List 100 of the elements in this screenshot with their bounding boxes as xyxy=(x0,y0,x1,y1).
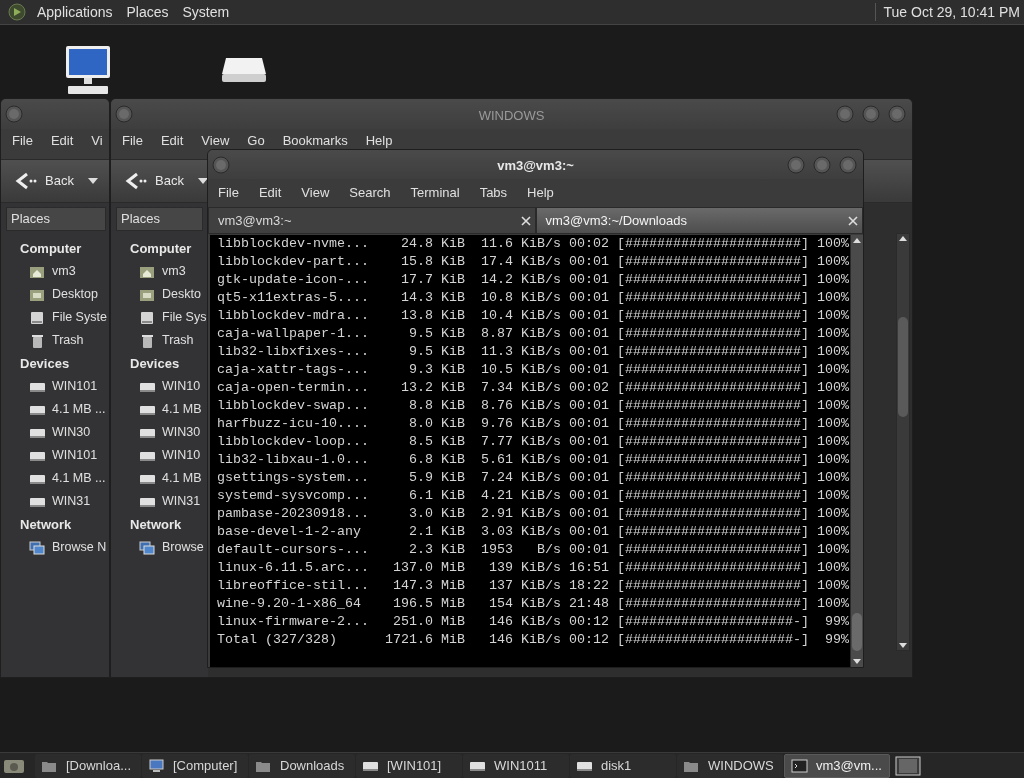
progress-text: [######################] xyxy=(617,578,809,593)
menu-item[interactable]: Search xyxy=(342,183,398,203)
menu-item[interactable]: Edit xyxy=(153,131,191,151)
transfer-rate: 10.8 KiB/s xyxy=(481,290,561,305)
sidebar-item[interactable]: vm3 xyxy=(1,260,109,283)
taskbar-button[interactable]: Downloads xyxy=(249,753,355,778)
panel-menu[interactable]: Places xyxy=(122,1,173,23)
sidebar-item[interactable]: 4.1 MB ... xyxy=(1,398,109,421)
close-icon[interactable] xyxy=(848,215,858,226)
taskbar-button[interactable]: disk1 xyxy=(570,753,676,778)
menu-item[interactable]: View xyxy=(194,131,237,151)
scrollbar-thumb[interactable] xyxy=(898,317,908,417)
elapsed-time: 00:12 xyxy=(569,632,609,647)
places-dropdown[interactable]: Places xyxy=(116,207,203,231)
taskbar-button[interactable]: WINDOWS xyxy=(677,753,783,778)
clock[interactable]: Tue Oct 29, 10:41 PM xyxy=(883,1,1020,23)
file-size: 13.8 KiB xyxy=(401,308,465,323)
transfer-rate: 8.87 KiB/s xyxy=(481,326,561,341)
sidebar-item[interactable]: Desktop xyxy=(1,283,109,306)
percent-text: 99% xyxy=(825,632,849,647)
sidebar-item[interactable]: Browse xyxy=(111,536,208,559)
sidebar-item[interactable]: Deskto xyxy=(111,283,208,306)
sidebar-item[interactable]: Trash xyxy=(1,329,109,352)
sidebar-item[interactable]: Trash xyxy=(111,329,208,352)
close-icon[interactable] xyxy=(520,215,531,226)
transfer-rate: 17.4 KiB/s xyxy=(481,254,561,269)
menu-item[interactable]: File xyxy=(115,131,150,151)
sidebar-item[interactable]: WIN10 xyxy=(111,375,208,398)
percent-text: 100% xyxy=(817,578,849,593)
menu-item[interactable]: Go xyxy=(240,131,272,151)
progress-text: [######################] xyxy=(617,524,809,539)
file-size: 13.2 KiB xyxy=(401,380,465,395)
window-control-icon xyxy=(862,105,880,123)
sidebar-item[interactable]: WIN101 xyxy=(1,444,109,467)
menu-item[interactable]: View xyxy=(294,183,337,203)
percent-text: 100% xyxy=(817,398,849,413)
panel-menu[interactable]: System xyxy=(178,1,234,23)
file-size: 2.1 KiB xyxy=(409,524,465,539)
progress-text: [######################] xyxy=(617,308,809,323)
scrollbar[interactable] xyxy=(850,235,863,667)
menu-item[interactable]: File xyxy=(5,131,40,151)
file-size: 251.0 MiB xyxy=(393,614,465,629)
package-name: default-cursors-... xyxy=(217,542,369,557)
sidebar-item[interactable]: Browse N xyxy=(1,536,109,559)
sidebar-item[interactable]: WIN31 xyxy=(111,490,208,513)
elapsed-time: 00:01 xyxy=(569,398,609,413)
taskbar-button[interactable]: WIN1011 xyxy=(463,753,569,778)
sidebar-item[interactable]: 4.1 MB xyxy=(111,467,208,490)
sidebar-item[interactable]: 4.1 MB xyxy=(111,398,208,421)
progress-text: [######################] xyxy=(617,452,809,467)
file-size: 14.3 KiB xyxy=(401,290,465,305)
sidebar-item[interactable]: WIN30 xyxy=(1,421,109,444)
progress-text: [######################] xyxy=(617,272,809,287)
workspace-switcher-icon[interactable] xyxy=(895,755,921,776)
menu-item[interactable]: Terminal xyxy=(403,183,467,203)
section-heading: Computer xyxy=(129,239,193,258)
terminal-tab[interactable]: vm3@vm3:~ xyxy=(208,207,536,234)
taskbar-button[interactable]: [Downloa... xyxy=(35,753,141,778)
mint-logo-icon xyxy=(7,2,27,22)
package-name: gsettings-system... xyxy=(217,470,369,485)
taskbar-button[interactable]: vm3@vm... xyxy=(784,753,890,778)
menu-item[interactable]: Help xyxy=(520,183,561,203)
menu-item[interactable]: Edit xyxy=(251,183,289,203)
sidebar-item[interactable]: WIN101 xyxy=(1,375,109,398)
sidebar-item[interactable]: WIN31 xyxy=(1,490,109,513)
elapsed-time: 00:01 xyxy=(569,524,609,539)
percent-text: 100% xyxy=(817,344,849,359)
progress-text: [######################] xyxy=(617,254,809,269)
scrollbar-thumb[interactable] xyxy=(852,613,862,651)
menu-item[interactable]: Vi xyxy=(84,131,109,151)
menu-item[interactable]: File xyxy=(211,183,246,203)
drive-icon[interactable] xyxy=(220,56,268,84)
menu-item[interactable]: Help xyxy=(358,131,400,151)
percent-text: 100% xyxy=(817,326,849,341)
panel-menu[interactable]: Applications xyxy=(33,1,117,23)
sidebar-item[interactable]: File Sys xyxy=(111,306,208,329)
progress-text: [######################] xyxy=(617,506,809,521)
scrollbar[interactable] xyxy=(896,233,910,651)
menu-item[interactable]: Edit xyxy=(43,131,81,151)
sidebar-item[interactable]: WIN10 xyxy=(111,444,208,467)
transfer-rate: 14.2 KiB/s xyxy=(481,272,561,287)
places-dropdown[interactable]: Places xyxy=(6,207,106,231)
terminal-tab[interactable]: vm3@vm3:~/Downloads xyxy=(535,207,863,234)
elapsed-time: 00:01 xyxy=(569,272,609,287)
sidebar-item[interactable]: 4.1 MB ... xyxy=(1,467,109,490)
sidebar-item[interactable]: vm3 xyxy=(111,260,208,283)
percent-text: 100% xyxy=(817,434,849,449)
transfer-rate: 5.61 KiB/s xyxy=(481,452,561,467)
file-size: 3.0 KiB xyxy=(409,506,465,521)
sidebar-item[interactable]: File Syste xyxy=(1,306,109,329)
sidebar-item[interactable]: WIN30 xyxy=(111,421,208,444)
file-size: 24.8 KiB xyxy=(401,236,465,251)
progress-text: [######################] xyxy=(617,344,809,359)
file-size: 6.8 KiB xyxy=(409,452,465,467)
taskbar-button[interactable]: [Computer] xyxy=(142,753,248,778)
taskbar-button[interactable]: [WIN101] xyxy=(356,753,462,778)
transfer-rate: 2.91 KiB/s xyxy=(481,506,561,521)
menu-item[interactable]: Bookmarks xyxy=(275,131,355,151)
menu-item[interactable]: Tabs xyxy=(472,183,515,203)
back-button[interactable]: Back xyxy=(121,164,186,198)
